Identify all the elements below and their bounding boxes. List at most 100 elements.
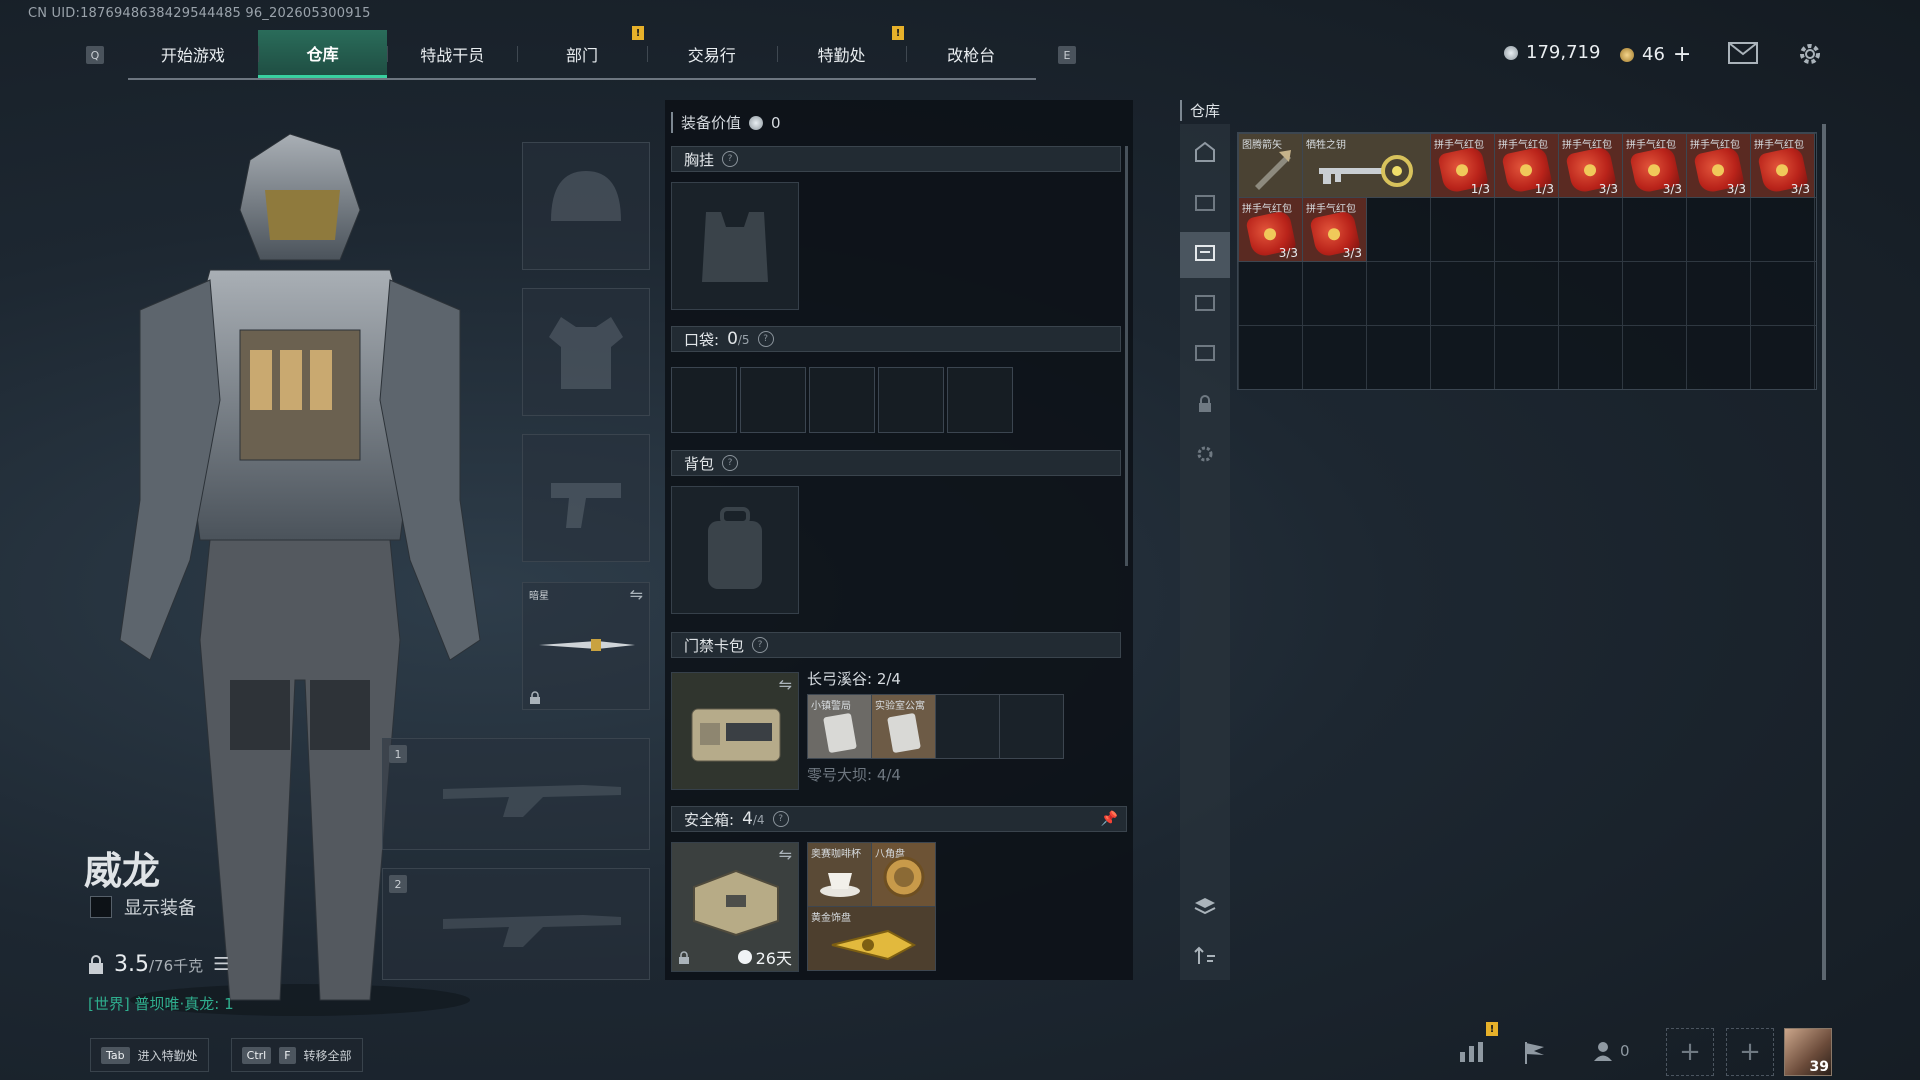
gold-balance: 46 + <box>1620 42 1691 67</box>
tab-gunsmith[interactable]: 改枪台 <box>906 30 1036 78</box>
pockets-max: /5 <box>737 333 750 347</box>
flag-icon[interactable] <box>1522 1040 1548 1066</box>
help-icon[interactable]: ? <box>722 151 739 167</box>
tab-special-service[interactable]: 特勤处 <box>776 30 907 78</box>
nav-next-key[interactable]: E <box>1058 46 1076 64</box>
swap-icon[interactable]: ⇋ <box>779 845 792 864</box>
pocket-slot[interactable] <box>671 367 737 433</box>
show-equipment-toggle[interactable]: 显示装备 <box>90 894 196 920</box>
tab-trading[interactable]: 交易行 <box>646 30 777 78</box>
hint-label: 转移全部 <box>303 1048 352 1063</box>
tab-warehouse[interactable]: 仓库 <box>257 30 388 78</box>
pocket-slot[interactable] <box>809 367 875 433</box>
invite-slot-2[interactable]: + <box>1726 1028 1774 1076</box>
warehouse-item[interactable]: 拼手气红包 1/3 <box>1494 133 1559 198</box>
safe-item[interactable]: 八角盘 <box>871 842 936 907</box>
warehouse-all-icon[interactable] <box>1193 140 1217 164</box>
pistol-slot[interactable] <box>522 434 650 562</box>
warehouse-settings-icon[interactable] <box>1193 442 1217 466</box>
chest-rig-slot[interactable] <box>671 182 799 310</box>
warehouse-tab-2-icon[interactable] <box>1193 240 1217 264</box>
safe-item-wide[interactable]: 黄金饰盘 <box>807 906 936 971</box>
invite-slot-1[interactable]: + <box>1666 1028 1714 1076</box>
warehouse-item[interactable]: 拼手气红包 3/3 <box>1558 133 1623 198</box>
safe-box-slot[interactable]: ⇋ 26天 <box>671 842 799 972</box>
add-currency-button[interactable]: + <box>1673 42 1691 67</box>
safe-box-expiry: 26天 <box>737 945 792 969</box>
access-card-icon <box>887 713 921 753</box>
layers-icon[interactable] <box>1193 894 1217 918</box>
help-icon[interactable]: ? <box>757 331 774 347</box>
tab-start-game[interactable]: 开始游戏 <box>128 30 258 78</box>
help-icon[interactable]: ? <box>752 637 769 653</box>
primary-weapon-slot-2[interactable]: 2 <box>382 868 650 980</box>
octagon-plate-icon <box>883 856 925 898</box>
warehouse-tab-3-icon[interactable] <box>1193 290 1217 314</box>
armor-slot[interactable] <box>522 288 650 416</box>
list-icon[interactable]: ☰ <box>213 954 229 975</box>
primary-weapon-slot-1[interactable]: 1 <box>382 738 650 850</box>
keycard-empty-slot[interactable] <box>999 694 1064 759</box>
hint-enter-service[interactable]: Tab 进入特勤处 <box>90 1038 209 1072</box>
backpack-slot[interactable] <box>671 486 799 614</box>
warehouse-item[interactable]: 拼手气红包 3/3 <box>1750 133 1815 198</box>
warehouse-item[interactable]: 图腾箭矢 <box>1238 133 1303 198</box>
friends-count[interactable]: 0 <box>1592 1040 1630 1062</box>
operator-name: 威龙 <box>84 848 161 893</box>
avatar[interactable]: 39 <box>1784 1028 1832 1076</box>
hint-key: Tab <box>101 1046 130 1064</box>
warehouse-item[interactable]: 拼手气红包 3/3 <box>1622 133 1687 198</box>
swap-icon[interactable]: ⇋ <box>630 585 643 604</box>
show-equipment-checkbox[interactable] <box>90 896 112 918</box>
keycard-map-2: 零号大坝: 4/4 <box>807 766 901 784</box>
warehouse-tab-1-icon[interactable] <box>1193 190 1217 214</box>
warehouse-item[interactable]: 拼手气红包 3/3 <box>1302 197 1367 262</box>
warehouse-item[interactable]: 拼手气红包 3/3 <box>1686 133 1751 198</box>
warehouse-item[interactable]: 拼手气红包 3/3 <box>1238 197 1303 262</box>
stats-icon[interactable] <box>1458 1040 1486 1064</box>
mail-icon[interactable] <box>1728 42 1758 64</box>
keycard-header: 门禁卡包 ? <box>671 632 1121 658</box>
warehouse-scrollbar[interactable] <box>1822 124 1826 980</box>
safe-item[interactable]: 奥赛咖啡杯 <box>807 842 872 907</box>
melee-slot[interactable]: 暗星 ⇋ <box>522 582 650 710</box>
helmet-slot[interactable] <box>522 142 650 270</box>
nav-prev-key[interactable]: Q <box>86 46 104 64</box>
hint-key: F <box>279 1046 296 1064</box>
hint-transfer-all[interactable]: Ctrl F 转移全部 <box>230 1038 363 1072</box>
safe-box-header: 安全箱: 4/4 ? 📌 <box>671 806 1127 832</box>
tab-department[interactable]: 部门 <box>517 30 647 78</box>
pockets-value: 0 <box>727 329 738 349</box>
safe-box-value: 4 <box>742 809 753 829</box>
warehouse-item[interactable]: 拼手气红包 1/3 <box>1430 133 1495 198</box>
warehouse-item-wide[interactable]: 牺牲之钥 <box>1302 133 1431 198</box>
settings-gear-icon[interactable] <box>1796 40 1824 68</box>
lock-icon <box>679 951 689 964</box>
pocket-slot[interactable] <box>740 367 806 433</box>
keycard-holder-slot[interactable]: ⇋ <box>671 672 799 790</box>
gold-amount: 46 <box>1642 44 1665 65</box>
keycard-empty-slot[interactable] <box>935 694 1000 759</box>
rifle-icon <box>443 915 621 947</box>
sort-icon[interactable] <box>1193 944 1217 968</box>
equipment-value-amount: 0 <box>771 113 781 132</box>
pocket-slot[interactable] <box>878 367 944 433</box>
locked-tab-icon[interactable] <box>1193 392 1217 416</box>
help-icon[interactable]: ? <box>722 455 739 471</box>
world-chat-line[interactable]: [世界] 普坝唯·真龙: 1 <box>88 993 234 1014</box>
warehouse-grid[interactable]: 图腾箭矢 牺牲之钥 拼手气红包 1/3 拼手气红包 1/3 拼手气红包 3/3 … <box>1237 132 1817 390</box>
keycard-item[interactable]: 小镇警局 <box>807 694 872 759</box>
pocket-slot[interactable] <box>947 367 1013 433</box>
warehouse-tab-4-icon[interactable] <box>1193 340 1217 364</box>
help-icon[interactable]: ? <box>772 811 789 827</box>
pin-icon[interactable]: 📌 <box>1101 811 1118 827</box>
hint-key: Ctrl <box>241 1046 272 1064</box>
backpack-label: 背包 <box>684 454 715 473</box>
loadout-scrollbar[interactable] <box>1125 146 1128 566</box>
swap-icon[interactable]: ⇋ <box>779 675 792 694</box>
tab-operators[interactable]: 特战干员 <box>387 30 517 78</box>
keycard-item[interactable]: 实验室公寓 <box>871 694 936 759</box>
rifle-icon <box>443 785 621 817</box>
coffee-cup-icon <box>820 873 860 897</box>
slot-number: 1 <box>389 745 407 763</box>
